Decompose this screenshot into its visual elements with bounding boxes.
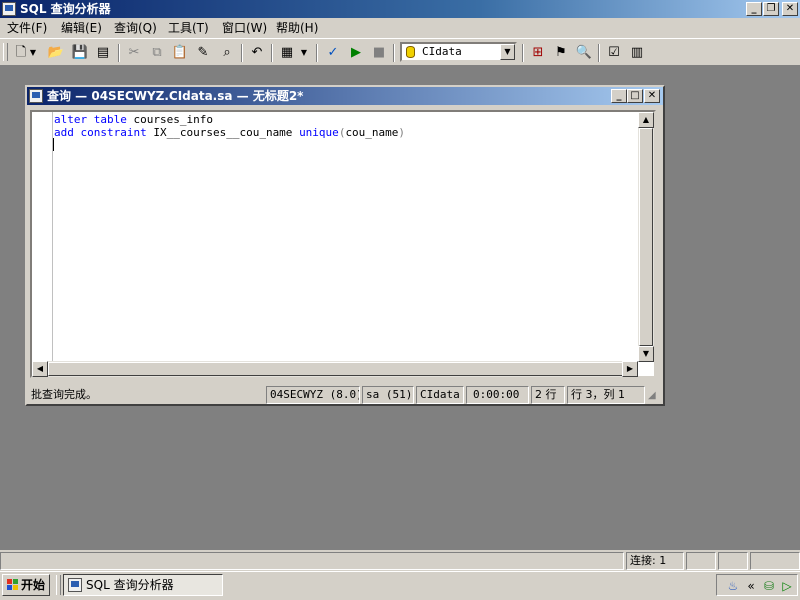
copy-icon[interactable]: ⧉ bbox=[147, 43, 167, 63]
app-status-main bbox=[0, 552, 624, 570]
status-database: CIdata bbox=[416, 386, 464, 404]
undo-icon[interactable]: ↶ bbox=[247, 43, 267, 63]
code-token: unique bbox=[299, 126, 339, 139]
status-message: 批查询完成。 bbox=[31, 388, 97, 401]
database-select-value: CIdata bbox=[422, 45, 462, 58]
code-token: table bbox=[93, 113, 127, 126]
code-token: cou_name bbox=[345, 126, 399, 139]
object-search-icon[interactable]: ⚑ bbox=[551, 43, 571, 63]
clear-window-icon[interactable]: ✎ bbox=[193, 43, 213, 63]
network-icon[interactable]: ♨ bbox=[725, 578, 741, 594]
query-analyzer-icon bbox=[68, 578, 82, 592]
scroll-up-icon[interactable]: ▲ bbox=[638, 112, 654, 128]
start-button[interactable]: 开始 bbox=[2, 574, 50, 596]
windows-logo-icon bbox=[7, 579, 19, 591]
save-icon[interactable]: 💾 bbox=[70, 43, 90, 63]
menu-query[interactable]: 查询(Q) bbox=[111, 20, 160, 36]
toolbar-grip[interactable] bbox=[3, 43, 8, 61]
parse-query-icon[interactable]: ✓ bbox=[323, 43, 343, 63]
database-icon bbox=[406, 46, 415, 58]
start-label: 开始 bbox=[21, 578, 46, 592]
resize-grip-icon[interactable]: ◢ bbox=[648, 390, 661, 403]
query-window-title: 查询 — 04SECWYZ.CIdata.sa — 无标题2* bbox=[47, 89, 304, 103]
toolbar-separator bbox=[598, 44, 600, 62]
sql-server-service-icon[interactable]: ⛁ bbox=[761, 578, 777, 594]
menu-bar: 文件(F) 编辑(E) 查询(Q) 工具(T) 窗口(W) 帮助(H) bbox=[0, 18, 800, 38]
toolbar-separator bbox=[316, 44, 318, 62]
menu-tools[interactable]: 工具(T) bbox=[165, 20, 212, 36]
toolbar-separator bbox=[393, 44, 395, 62]
load-script-icon[interactable]: ▤ bbox=[93, 43, 113, 63]
cut-icon[interactable]: ✂ bbox=[124, 43, 144, 63]
query-editor[interactable] bbox=[30, 110, 656, 378]
scroll-left-icon[interactable]: ◀ bbox=[32, 361, 48, 377]
chevron-down-icon[interactable]: ▼ bbox=[28, 43, 38, 63]
taskbar-item-query-analyzer[interactable]: SQL 查询分析器 bbox=[63, 574, 223, 596]
toolbar-separator bbox=[522, 44, 524, 62]
toolbar-separator bbox=[271, 44, 273, 62]
app-title: SQL 查询分析器 bbox=[20, 2, 111, 16]
query-close-button[interactable]: ✕ bbox=[644, 89, 660, 103]
paste-icon[interactable]: 📋 bbox=[170, 43, 190, 63]
app-icon bbox=[2, 2, 16, 16]
restore-button[interactable]: ❐ bbox=[763, 2, 779, 16]
menu-help[interactable]: 帮助(H) bbox=[273, 20, 321, 36]
service-running-icon[interactable]: ▷ bbox=[779, 578, 795, 594]
system-tray: ♨ « ⛁ ▷ bbox=[716, 574, 798, 596]
code-token: constraint bbox=[80, 126, 147, 139]
open-icon[interactable]: 📂 bbox=[46, 43, 66, 63]
code-line[interactable]: add constraint IX__courses__cou_name uni… bbox=[54, 126, 405, 139]
text-caret bbox=[53, 138, 54, 151]
code-token: IX__courses__cou_name bbox=[146, 126, 300, 139]
show-plan-icon[interactable]: 🔍 bbox=[574, 43, 594, 63]
horizontal-scroll-thumb[interactable] bbox=[48, 362, 624, 376]
code-token: ) bbox=[398, 126, 406, 139]
toolbar-separator bbox=[118, 44, 120, 62]
app-status-pane bbox=[718, 552, 748, 570]
chevron-down-icon[interactable]: ▼ bbox=[500, 44, 515, 60]
query-window-title-bar[interactable]: 查询 — 04SECWYZ.CIdata.sa — 无标题2* _ □ ✕ bbox=[27, 87, 663, 105]
code-token: add bbox=[54, 126, 74, 139]
properties-icon[interactable]: ☑ bbox=[604, 43, 624, 63]
status-user: sa (51) bbox=[362, 386, 414, 404]
scroll-down-icon[interactable]: ▼ bbox=[638, 346, 654, 362]
execute-icon[interactable]: ▶ bbox=[346, 43, 366, 63]
editor-gutter bbox=[32, 112, 53, 362]
results-grid-icon[interactable]: ▦ bbox=[277, 43, 297, 63]
menu-file[interactable]: 文件(F) bbox=[4, 20, 50, 36]
app-title-bar[interactable]: SQL 查询分析器 _ ❐ ✕ bbox=[0, 0, 800, 18]
taskbar-grip[interactable] bbox=[56, 575, 61, 595]
collapse-tray-icon[interactable]: « bbox=[743, 578, 759, 594]
query-minimize-button[interactable]: _ bbox=[611, 89, 627, 103]
toolbar-separator bbox=[241, 44, 243, 62]
status-rows: 2 行 bbox=[531, 386, 565, 404]
code-line[interactable]: alter table courses_info bbox=[54, 113, 213, 126]
results-pane-icon[interactable]: ▥ bbox=[627, 43, 647, 63]
find-icon[interactable]: ⌕ bbox=[217, 43, 237, 63]
close-button[interactable]: ✕ bbox=[782, 2, 798, 16]
status-server: 04SECWYZ (8.0) bbox=[266, 386, 360, 404]
vertical-scroll-thumb[interactable] bbox=[639, 128, 653, 346]
cancel-query-icon[interactable]: ■ bbox=[369, 43, 389, 63]
app-status-pane bbox=[750, 552, 800, 570]
menu-window[interactable]: 窗口(W) bbox=[219, 20, 270, 36]
query-window-icon bbox=[29, 89, 43, 103]
status-position: 行 3，列 1 bbox=[567, 386, 645, 404]
code-token: alter bbox=[54, 113, 88, 126]
scroll-right-icon[interactable]: ▶ bbox=[622, 361, 638, 377]
app-status-connections: 连接: 1 bbox=[626, 552, 684, 570]
database-select[interactable]: CIdata ▼ bbox=[400, 42, 517, 62]
query-maximize-button[interactable]: □ bbox=[627, 89, 643, 103]
chevron-down-icon[interactable]: ▼ bbox=[299, 43, 309, 63]
minimize-button[interactable]: _ bbox=[746, 2, 762, 16]
taskbar-item-label: SQL 查询分析器 bbox=[86, 578, 174, 592]
status-elapsed: 0:00:00 bbox=[466, 386, 529, 404]
code-token: courses_info bbox=[126, 113, 213, 126]
object-browser-icon[interactable]: ⊞ bbox=[528, 43, 548, 63]
app-status-pane bbox=[686, 552, 716, 570]
menu-edit[interactable]: 编辑(E) bbox=[58, 20, 105, 36]
